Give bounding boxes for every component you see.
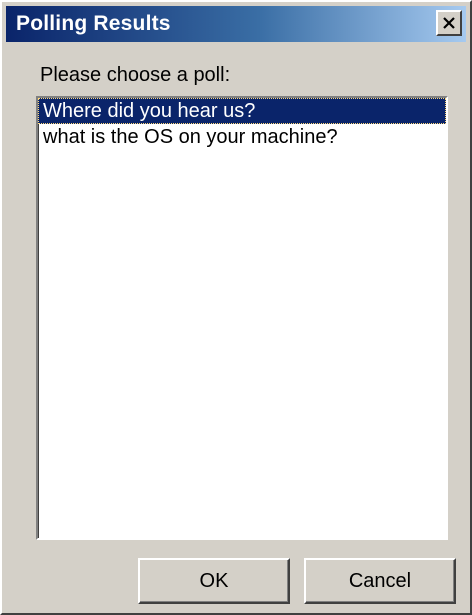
close-x-icon	[443, 17, 455, 29]
polling-results-dialog: Polling Results Please choose a poll: Wh…	[0, 0, 472, 615]
poll-listbox[interactable]: Where did you hear us? what is the OS on…	[36, 96, 448, 540]
ok-button-label: OK	[199, 569, 229, 592]
close-button[interactable]	[436, 10, 462, 36]
cancel-button-label: Cancel	[348, 569, 412, 592]
ok-button[interactable]: OK	[138, 558, 290, 604]
title-bar[interactable]: Polling Results	[6, 6, 466, 42]
poll-prompt-label: Please choose a poll:	[40, 64, 231, 86]
window-title: Polling Results	[16, 12, 171, 35]
cancel-button[interactable]: Cancel	[304, 558, 456, 604]
poll-list-item-selected[interactable]: Where did you hear us?	[38, 98, 446, 124]
poll-list-item[interactable]: what is the OS on your machine?	[38, 124, 446, 150]
